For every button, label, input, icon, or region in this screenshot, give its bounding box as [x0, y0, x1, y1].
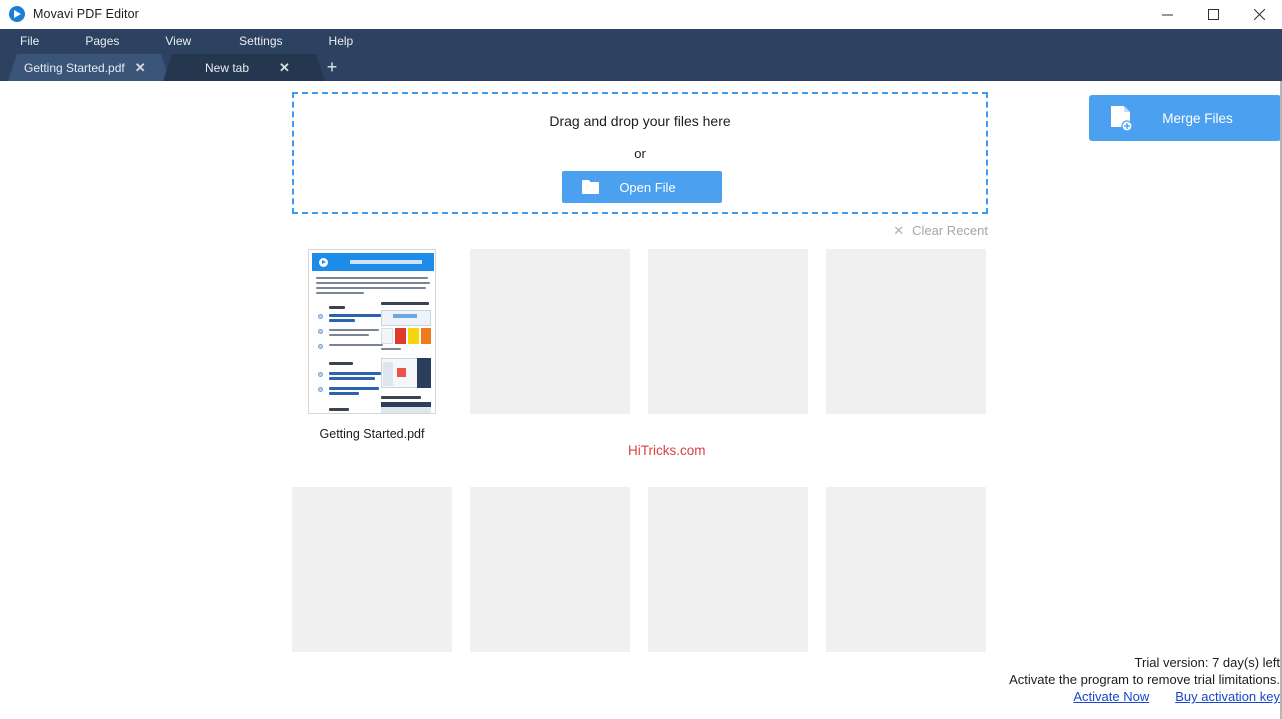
empty-tile [648, 249, 808, 414]
empty-tile [648, 487, 808, 652]
movavi-logo-icon [319, 258, 328, 267]
empty-tile [826, 487, 986, 652]
empty-tile [470, 249, 630, 414]
menu-item-file[interactable]: File [10, 29, 49, 54]
tab-getting-started[interactable]: Getting Started.pdf ✕ [8, 54, 170, 81]
window-controls [1144, 0, 1282, 29]
folder-icon [582, 180, 599, 194]
window-title: Movavi PDF Editor [33, 7, 139, 21]
document-plus-icon [1110, 105, 1133, 132]
trial-notice: Trial version: 7 day(s) left Activate th… [1009, 654, 1280, 705]
title-bar: Movavi PDF Editor [0, 0, 1282, 29]
open-file-label: Open File [619, 179, 676, 195]
dropzone-or-label: or [634, 146, 646, 161]
recent-tile-empty[interactable] [826, 487, 986, 652]
dropzone[interactable]: Drag and drop your files here or Open Fi… [292, 92, 988, 214]
minimize-icon[interactable] [1144, 0, 1190, 29]
merge-files-button[interactable]: Merge Files [1089, 95, 1281, 141]
empty-tile [292, 487, 452, 652]
tab-bar: Getting Started.pdf ✕ New tab ✕ + [0, 54, 1282, 81]
empty-tile [470, 487, 630, 652]
recent-tile-empty[interactable] [648, 487, 808, 652]
open-file-button[interactable]: Open File [562, 171, 722, 203]
recent-tile-empty[interactable] [826, 249, 986, 441]
recent-row: Getting Started.pdf [292, 249, 989, 441]
maximize-icon[interactable] [1190, 0, 1236, 29]
menu-item-pages[interactable]: Pages [75, 29, 129, 54]
menu-item-settings[interactable]: Settings [229, 29, 292, 54]
close-icon[interactable]: ✕ [135, 61, 146, 74]
main-content: Drag and drop your files here or Open Fi… [0, 81, 1282, 719]
close-icon: ✕ [893, 223, 905, 238]
thumbnail-header-title [350, 260, 422, 264]
close-icon[interactable] [1236, 0, 1282, 29]
close-icon[interactable]: ✕ [279, 61, 290, 74]
merge-files-label: Merge Files [1162, 110, 1233, 126]
menu-bar: File Pages View Settings Help [0, 29, 1282, 54]
dropzone-title: Drag and drop your files here [549, 113, 731, 129]
trial-message: Activate the program to remove trial lim… [1009, 672, 1280, 687]
pdf-thumbnail [308, 249, 436, 414]
watermark: HiTricks.com [628, 443, 706, 458]
empty-tile [826, 249, 986, 414]
clear-recent-label: Clear Recent [912, 223, 988, 238]
trial-links: Activate Now Buy activation key [1009, 688, 1280, 705]
activate-now-link[interactable]: Activate Now [1073, 688, 1149, 705]
clear-recent-button[interactable]: ✕ Clear Recent [893, 223, 988, 238]
recent-tile-label: Getting Started.pdf [319, 427, 425, 441]
recent-tile-empty[interactable] [470, 487, 630, 652]
recent-tile-empty[interactable] [292, 487, 452, 652]
recent-tile-empty[interactable] [648, 249, 808, 441]
menu-item-view[interactable]: View [155, 29, 201, 54]
menu-item-help[interactable]: Help [319, 29, 364, 54]
recent-tile-empty[interactable] [470, 249, 630, 441]
tab-new-tab[interactable]: New tab ✕ [163, 54, 325, 81]
plus-icon[interactable]: + [319, 54, 345, 81]
recent-files-grid: Getting Started.pdf [292, 249, 989, 698]
buy-activation-key-link[interactable]: Buy activation key [1175, 688, 1280, 705]
tab-label: New tab [205, 60, 250, 75]
movavi-logo-icon [9, 6, 25, 22]
thumbnail-header-bar [312, 253, 434, 271]
recent-tile-getting-started[interactable]: Getting Started.pdf [292, 249, 452, 441]
trial-status: Trial version: 7 day(s) left [1134, 655, 1280, 670]
recent-row [292, 487, 989, 652]
tab-label: Getting Started.pdf [24, 60, 125, 75]
